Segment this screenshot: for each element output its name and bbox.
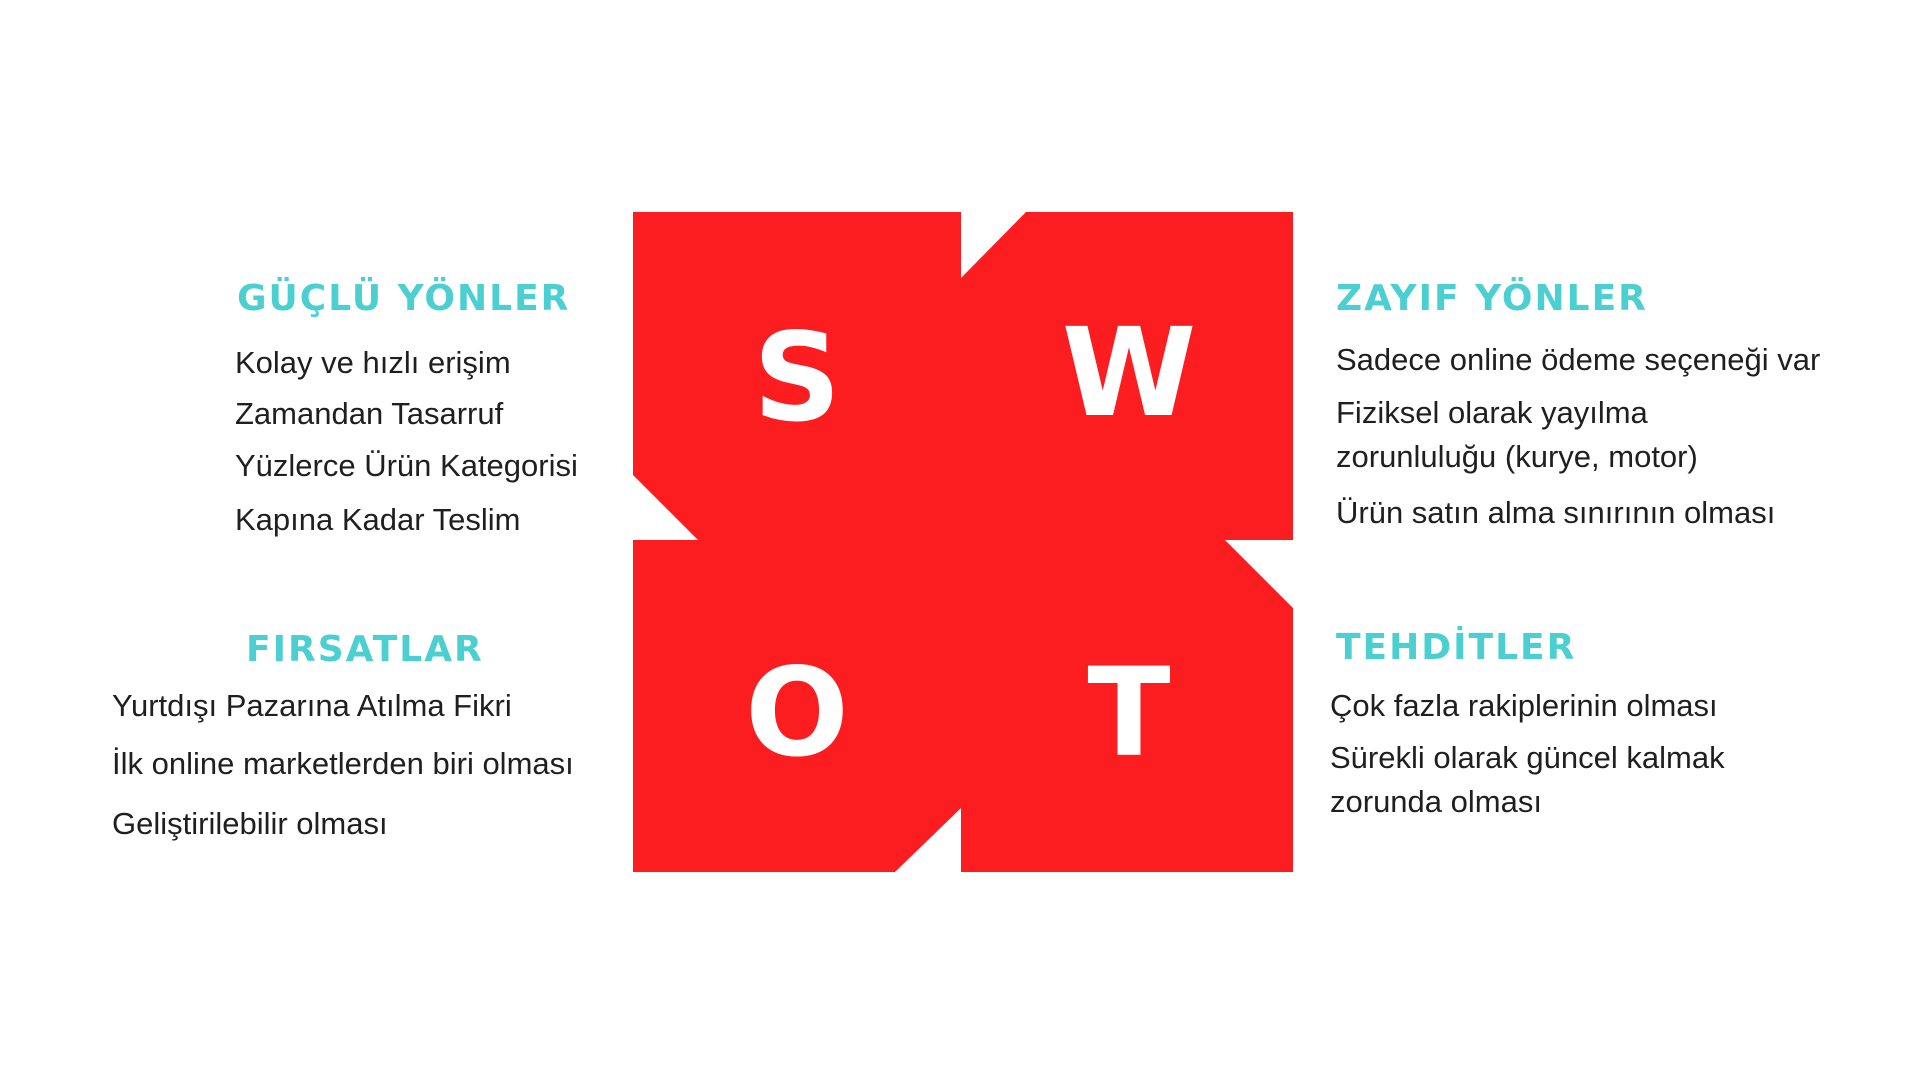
list-item-line: Yüzlerce Ürün Kategorisi	[235, 448, 578, 483]
list-item: Geliştirilebilir olması	[112, 808, 388, 839]
strengths-letter: S	[753, 307, 841, 449]
weaknesses-title: ZAYIF YÖNLER	[1336, 278, 1648, 319]
swot-slide: S W O T GÜÇLÜ YÖNLER Kolay ve hızlı eriş…	[0, 0, 1920, 1080]
swot-graphic: S W O T	[633, 212, 1293, 872]
list-item-line: Sürekli olarak güncel kalmak	[1330, 740, 1725, 775]
list-item-line: İlk online marketlerden biri olması	[112, 746, 574, 781]
list-item-line: Kolay ve hızlı erişim	[235, 345, 511, 380]
list-item: Kapına Kadar Teslim	[235, 504, 520, 535]
weaknesses-letter: W	[1062, 302, 1197, 444]
strengths-title: GÜÇLÜ YÖNLER	[237, 278, 571, 319]
list-item: Kolay ve hızlı erişim	[235, 347, 511, 378]
list-item: Çok fazla rakiplerinin olması	[1330, 690, 1718, 721]
list-item-line: Sadece online ödeme seçeneği var	[1336, 342, 1821, 377]
list-item: Sadece online ödeme seçeneği var	[1336, 344, 1820, 375]
threats-title: TEHDİTLER	[1336, 627, 1577, 668]
opportunities-letter: O	[745, 642, 849, 784]
list-item: Yurtdışı Pazarına Atılma Fikri	[112, 690, 512, 721]
list-item: İlk online marketlerden biri olması	[112, 748, 574, 779]
list-item-line: Geliştirilebilir olması	[112, 806, 388, 841]
list-item-line: zorunluluğu (kurye, motor)	[1336, 439, 1698, 474]
list-item-line: Ürün satın alma sınırının olması	[1336, 495, 1776, 530]
list-item-line: Yurtdışı Pazarına Atılma Fikri	[112, 688, 512, 723]
list-item-line: Zamandan Tasarruf	[235, 396, 504, 431]
list-item: Ürün satın alma sınırının olması	[1336, 497, 1775, 528]
list-item: Sürekli olarak güncel kalmak zorunda olm…	[1330, 742, 1725, 817]
opportunities-title: FIRSATLAR	[246, 629, 484, 670]
list-item-line: Çok fazla rakiplerinin olması	[1330, 688, 1718, 723]
list-item-line: Fiziksel olarak yayılma	[1336, 395, 1648, 430]
list-item: Yüzlerce Ürün Kategorisi	[235, 450, 578, 481]
threats-letter: T	[1087, 642, 1170, 784]
list-item-line: zorunda olması	[1330, 784, 1542, 819]
list-item-line: Kapına Kadar Teslim	[235, 502, 521, 537]
list-item: Zamandan Tasarruf	[235, 398, 503, 429]
list-item: Fiziksel olarak yayılma zorunluluğu (kury…	[1336, 397, 1698, 472]
